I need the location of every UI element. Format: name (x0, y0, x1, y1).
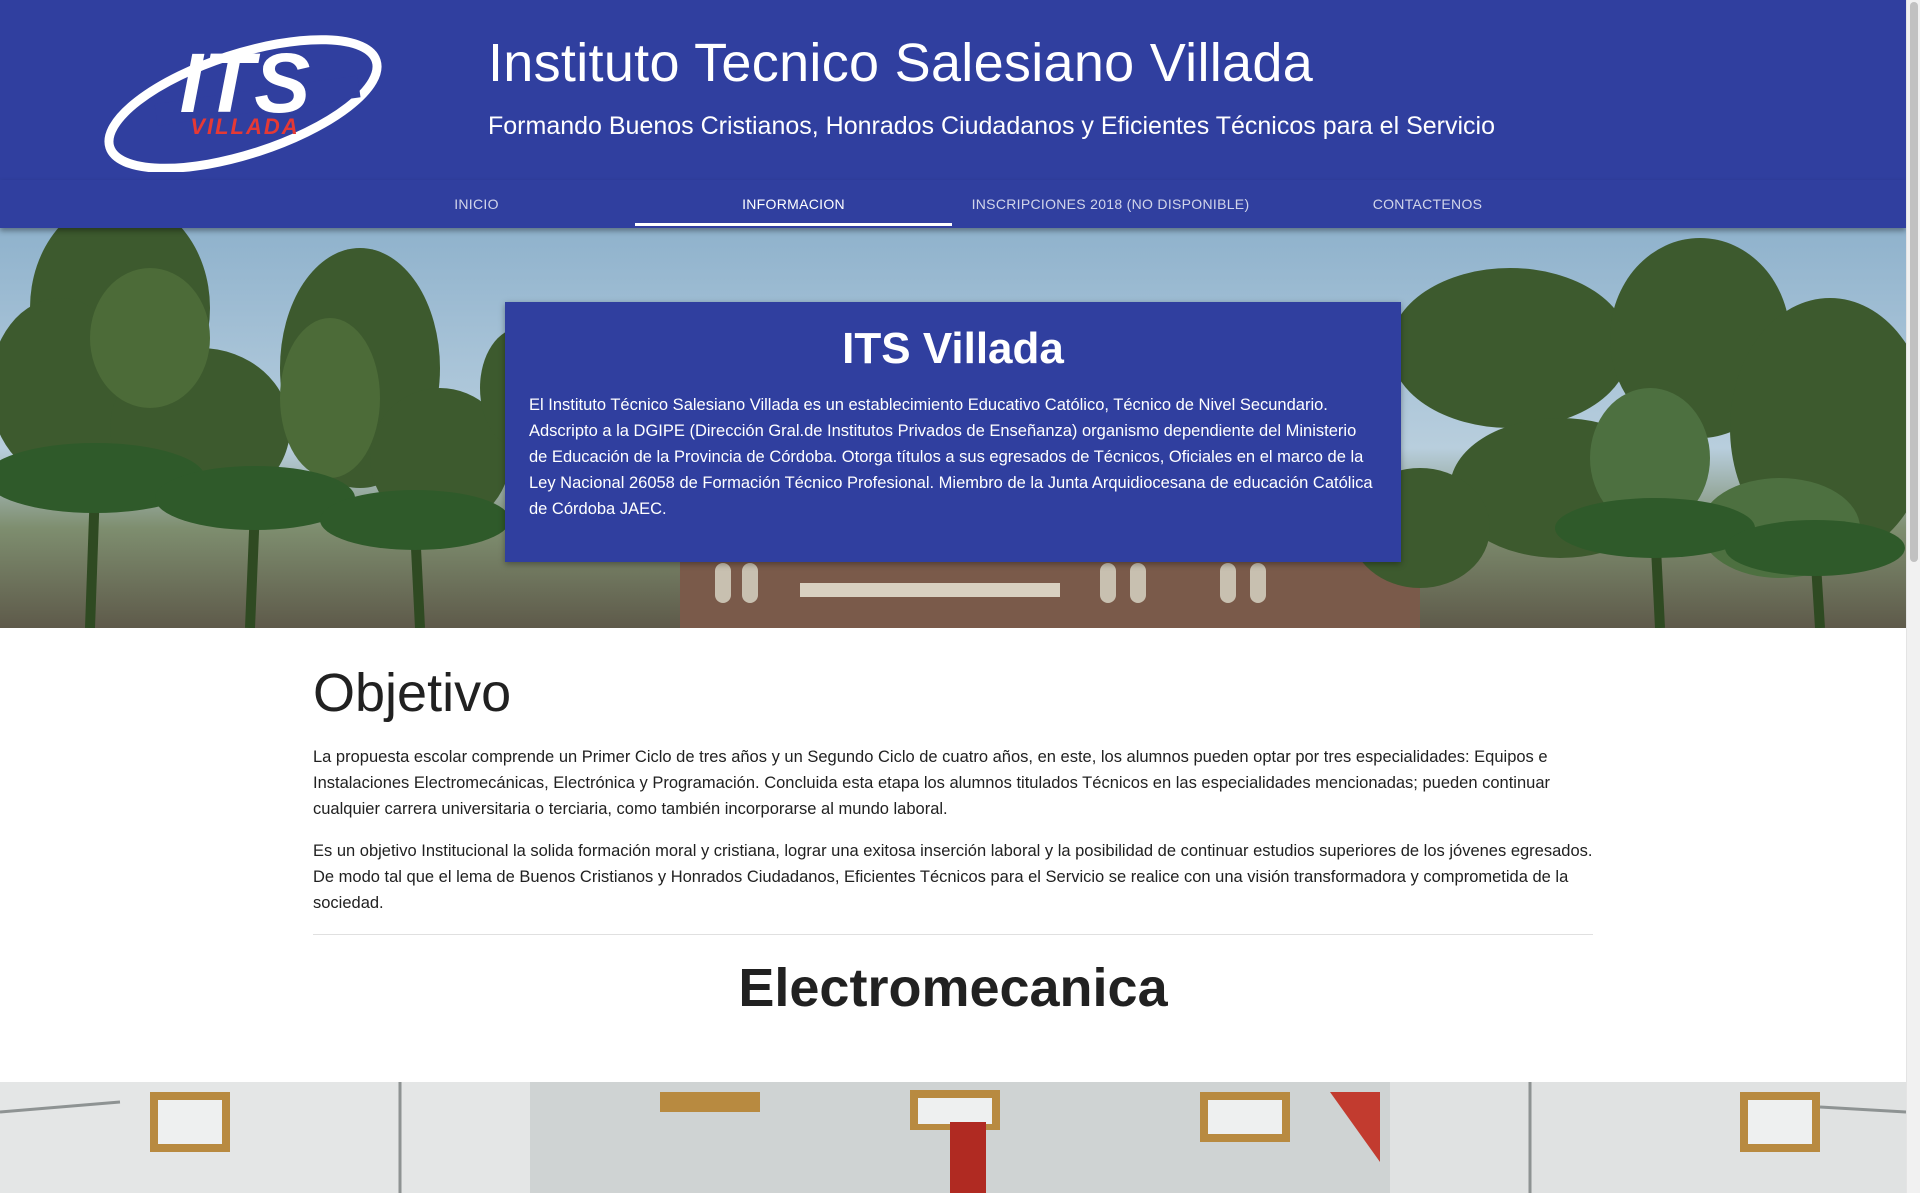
page-scrollbar[interactable] (1906, 0, 1920, 1193)
electromecanica-photo (0, 1082, 1906, 1193)
objetivo-paragraph-1: La propuesta escolar comprende un Primer… (313, 748, 1550, 818)
section-divider (313, 934, 1593, 935)
main-content: Objetivo La propuesta escolar comprende … (313, 650, 1593, 1019)
about-card: ITS Villada El Instituto Técnico Salesia… (505, 302, 1401, 562)
page: ITS VILLADA Instituto Tecnico Salesiano … (0, 0, 1906, 1193)
about-card-title: ITS Villada (842, 324, 1064, 373)
workshop-photo (0, 1082, 1906, 1193)
objetivo-paragraph-2: Es un objetivo Institucional la solida f… (313, 842, 1593, 912)
nav-tab-inscripciones[interactable]: INSCRIPCIONES 2018 (NO DISPONIBLE) (952, 180, 1269, 228)
school-logo[interactable]: ITS VILLADA (95, 12, 385, 172)
main-nav: INICIO INFORMACION INSCRIPCIONES 2018 (N… (0, 180, 1906, 228)
site-header: ITS VILLADA Instituto Tecnico Salesiano … (0, 0, 1906, 180)
nav-tab-inicio[interactable]: INICIO (318, 180, 635, 228)
scrollbar-thumb[interactable] (1910, 2, 1918, 562)
svg-text:VILLADA: VILLADA (190, 114, 299, 139)
site-title: Instituto Tecnico Salesiano Villada (488, 33, 1314, 93)
site-subtitle: Formando Buenos Cristianos, Honrados Ciu… (488, 112, 1495, 140)
about-card-text: El Instituto Técnico Salesiano Villada e… (529, 396, 1373, 518)
nav-tab-informacion[interactable]: INFORMACION (635, 180, 952, 228)
electromecanica-heading: Electromecanica (738, 958, 1168, 1018)
nav-tab-contactenos[interactable]: CONTACTENOS (1269, 180, 1586, 228)
objetivo-heading: Objetivo (313, 663, 512, 723)
